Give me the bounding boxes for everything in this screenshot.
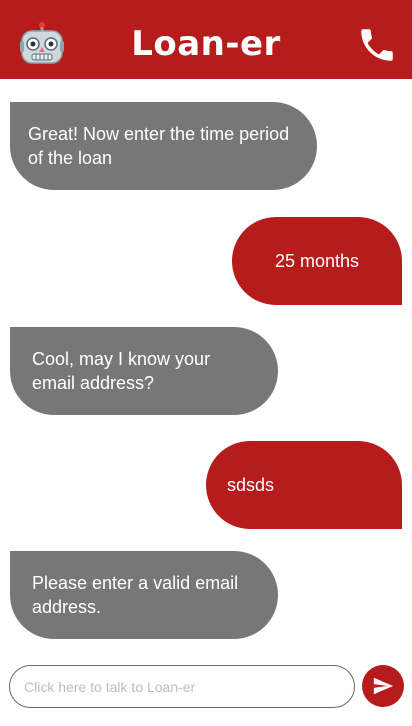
bot-message: Please enter a valid email address. bbox=[10, 551, 278, 639]
message-text: Great! Now enter the time period of the … bbox=[28, 124, 290, 168]
chat-history: Great! Now enter the time period of the … bbox=[0, 79, 412, 654]
send-button[interactable] bbox=[362, 665, 404, 707]
message-text: 25 months bbox=[274, 251, 360, 271]
phone-icon[interactable] bbox=[356, 24, 398, 66]
chat-input[interactable] bbox=[9, 665, 355, 708]
user-message: sdsds bbox=[206, 441, 402, 529]
message-text: sdsds bbox=[227, 475, 275, 495]
bot-message: Cool, may I know your email address? bbox=[10, 327, 278, 415]
app-header: Loan-er bbox=[0, 0, 412, 79]
bot-message: Great! Now enter the time period of the … bbox=[10, 102, 317, 190]
send-icon bbox=[373, 677, 394, 695]
app-title: Loan-er bbox=[131, 24, 281, 64]
user-message: 25 months bbox=[232, 217, 402, 305]
message-composer bbox=[0, 654, 412, 726]
message-text: Cool, may I know your email address? bbox=[32, 349, 211, 393]
message-text: Please enter a valid email address. bbox=[32, 573, 239, 617]
